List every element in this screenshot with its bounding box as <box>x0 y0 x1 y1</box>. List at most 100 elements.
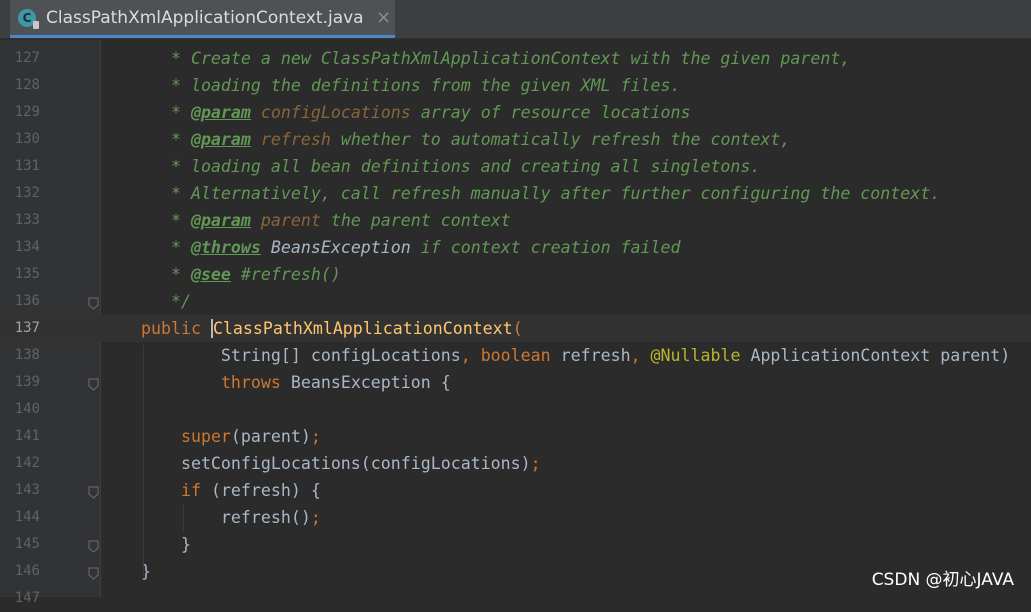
close-icon[interactable]: × <box>376 7 391 28</box>
code-line[interactable]: 143 if (refresh) { <box>0 477 1031 504</box>
code-line[interactable]: 131 * loading all bean definitions and c… <box>0 153 1031 180</box>
code-line[interactable]: 136 */ <box>0 288 1031 315</box>
code-token: (parent) <box>230 427 311 446</box>
code-text: public ClassPathXmlApplicationContext( <box>141 315 523 342</box>
code-token: @param <box>190 103 251 122</box>
fold-marker-icon[interactable] <box>88 295 99 310</box>
indent-guide <box>183 503 184 533</box>
code-text: * @throws BeansException if context crea… <box>141 234 681 261</box>
code-token: * <box>141 238 191 257</box>
code-line[interactable]: 140 <box>0 396 1031 423</box>
csdn-watermark: CSDN @初心JAVA <box>871 570 1014 590</box>
code-token: BeansException { <box>290 373 451 392</box>
code-token: } <box>141 535 191 554</box>
code-text: * Create a new ClassPathXmlApplicationCo… <box>141 45 850 72</box>
code-token: * <box>141 103 191 122</box>
code-text: setConfigLocations(configLocations); <box>141 450 541 477</box>
code-token: #refresh() <box>230 265 341 284</box>
code-token: @param <box>190 211 251 230</box>
code-token: the parent context <box>320 211 511 230</box>
code-token: * loading all bean definitions and creat… <box>141 157 761 176</box>
code-text: */ <box>141 288 191 315</box>
code-token: whether to automatically refresh the con… <box>330 130 791 149</box>
indent-guide <box>143 345 144 575</box>
code-line[interactable]: 139 throws BeansException { <box>0 369 1031 396</box>
line-number: 134 <box>14 239 40 255</box>
code-line[interactable]: 135 * @see #refresh() <box>0 261 1031 288</box>
code-line[interactable]: 133 * @param parent the parent context <box>0 207 1031 234</box>
code-token: refresh <box>560 346 631 365</box>
code-token: if <box>180 481 211 500</box>
code-token: refresh <box>260 130 331 149</box>
code-line[interactable]: 137 public ClassPathXmlApplicationContext… <box>0 315 1031 342</box>
line-number: 142 <box>14 455 40 471</box>
fold-marker-icon[interactable] <box>88 376 99 391</box>
code-text: * Alternatively, call refresh manually a… <box>141 180 940 207</box>
code-token: */ <box>141 292 191 311</box>
file-tab-title: ClassPathXmlApplicationContext.java <box>46 8 364 28</box>
code-token: * <box>141 265 191 284</box>
code-token: ; <box>310 508 321 527</box>
code-text: * @param configLocations array of resour… <box>141 99 691 126</box>
code-token: , <box>630 346 651 365</box>
editor-tab-bar: C ClassPathXmlApplicationContext.java × <box>0 0 1031 39</box>
code-line[interactable]: 144 refresh(); <box>0 504 1031 531</box>
code-token: ApplicationContext parent) <box>750 346 1011 365</box>
code-token: @Nullable <box>650 346 751 365</box>
code-line[interactable]: 142 setConfigLocations(configLocations); <box>0 450 1031 477</box>
code-token: @throws <box>190 238 261 257</box>
code-token: configLocations <box>260 103 411 122</box>
code-token: ; <box>310 427 321 446</box>
fold-marker-icon[interactable] <box>88 484 99 499</box>
code-token: * Alternatively, call refresh manually a… <box>141 184 941 203</box>
code-token: boolean <box>480 346 561 365</box>
code-text: } <box>141 531 191 558</box>
code-token: ; <box>530 454 541 473</box>
code-token: * <box>141 211 191 230</box>
line-number: 129 <box>14 104 40 120</box>
code-token: * Create a new ClassPathXmlApplicationCo… <box>141 49 851 68</box>
code-line[interactable]: 141 super(parent); <box>0 423 1031 450</box>
code-token: @param <box>190 130 251 149</box>
code-line[interactable]: 145 } <box>0 531 1031 558</box>
line-number: 139 <box>14 374 40 390</box>
line-number: 133 <box>14 212 40 228</box>
code-token: @see <box>190 265 231 284</box>
file-tab[interactable]: C ClassPathXmlApplicationContext.java × <box>10 0 395 38</box>
code-text: * @param parent the parent context <box>141 207 511 234</box>
line-number: 144 <box>14 509 40 525</box>
code-line[interactable]: 129 * @param configLocations array of re… <box>0 99 1031 126</box>
code-token: public <box>141 319 211 338</box>
line-number: 136 <box>14 293 40 309</box>
code-line[interactable]: 134 * @throws BeansException if context … <box>0 234 1031 261</box>
line-number: 135 <box>14 266 40 282</box>
code-text: throws BeansException { <box>141 369 451 396</box>
line-number: 147 <box>14 590 40 606</box>
code-token: if context creation failed <box>410 238 681 257</box>
code-line[interactable]: 128 * loading the definitions from the g… <box>0 72 1031 99</box>
line-number: 127 <box>14 50 40 66</box>
code-token: (refresh) { <box>210 481 321 500</box>
line-number: 128 <box>14 77 40 93</box>
code-text: refresh(); <box>141 504 321 531</box>
code-token: String[] configLocations <box>141 346 461 365</box>
line-number: 146 <box>14 563 40 579</box>
code-text: * loading all bean definitions and creat… <box>141 153 760 180</box>
fold-marker-icon[interactable] <box>88 565 99 580</box>
code-text: * loading the definitions from the given… <box>141 72 681 99</box>
line-number: 145 <box>14 536 40 552</box>
code-token: super <box>180 427 231 446</box>
code-line[interactable]: 132 * Alternatively, call refresh manual… <box>0 180 1031 207</box>
code-token: ( <box>512 319 523 338</box>
fold-marker-icon[interactable] <box>88 538 99 553</box>
line-number: 143 <box>14 482 40 498</box>
code-line[interactable]: 130 * @param refresh whether to automati… <box>0 126 1031 153</box>
code-line[interactable]: 127 * Create a new ClassPathXmlApplicati… <box>0 45 1031 72</box>
line-number: 130 <box>14 131 40 147</box>
code-token: BeansException <box>270 238 411 257</box>
code-line[interactable]: 138 String[] configLocations, boolean re… <box>0 342 1031 369</box>
